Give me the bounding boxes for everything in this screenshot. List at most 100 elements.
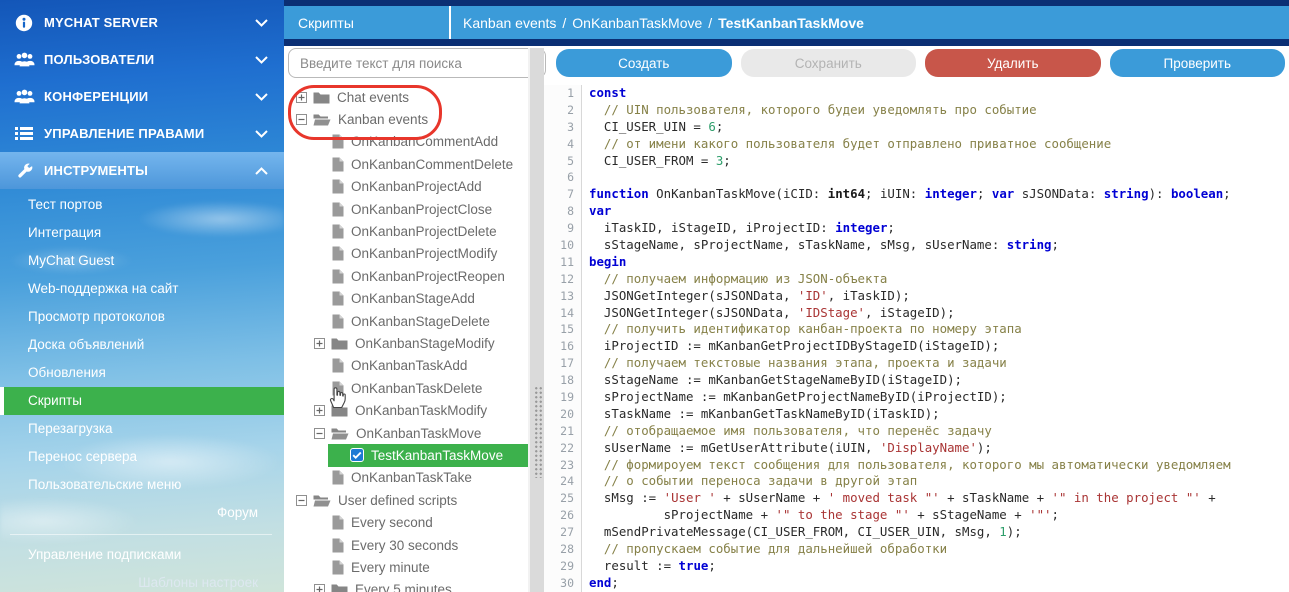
sidebar-item-пользовательские-меню[interactable]: Пользовательские меню xyxy=(0,471,284,499)
code-text xyxy=(582,169,589,186)
tree-item-onkanbantasktake[interactable]: OnKanbanTaskTake xyxy=(284,467,528,489)
tree-item-onkanbantaskmove[interactable]: OnKanbanTaskMove xyxy=(284,422,528,444)
tree-item-label: TestKanbanTaskMove xyxy=(371,448,503,463)
chevron-down-icon xyxy=(255,130,268,138)
tree-item-onkanbanprojectadd[interactable]: OnKanbanProjectAdd xyxy=(284,176,528,198)
sidebar-section-управление-правами[interactable]: УПРАВЛЕНИЕ ПРАВАМИ xyxy=(0,115,284,152)
code-text: begin xyxy=(582,254,626,271)
code-editor[interactable]: 1const2 // UIN пользователя, которого бу… xyxy=(544,85,1289,592)
panel-splitter[interactable] xyxy=(528,48,544,592)
toggle-expand-icon[interactable] xyxy=(314,338,325,349)
toggle-expand-icon[interactable] xyxy=(296,92,307,103)
tree-item-onkanbantaskmodify[interactable]: OnKanbanTaskModify xyxy=(284,399,528,421)
tree-item-user-defined-scripts[interactable]: User defined scripts xyxy=(284,489,528,511)
file-icon xyxy=(332,269,344,284)
tree-item-label: OnKanbanCommentAdd xyxy=(351,134,498,149)
создать-button[interactable]: Создать xyxy=(556,49,732,77)
chevron-up-icon xyxy=(255,167,268,175)
tree-item-chat-events[interactable]: Chat events xyxy=(284,86,528,108)
code-text: end; xyxy=(582,575,619,592)
code-line: 12 // получаем информацию из JSON-объект… xyxy=(544,271,1289,288)
toggle-expand-icon[interactable] xyxy=(314,584,325,592)
breadcrumb-item[interactable]: OnKanbanTaskMove xyxy=(572,15,702,31)
sidebar-section-пользователи[interactable]: ПОЛЬЗОВАТЕЛИ xyxy=(0,41,284,78)
tree-item-every-30-seconds[interactable]: Every 30 seconds xyxy=(284,534,528,556)
sidebar-item-форум[interactable]: Форум xyxy=(0,499,284,527)
code-text: var xyxy=(582,203,611,220)
tab-scripts-label: Скрипты xyxy=(298,15,354,31)
tree-item-testkanbantaskmove[interactable]: TestKanbanTaskMove xyxy=(328,444,528,466)
tree-item-onkanbanprojectmodify[interactable]: OnKanbanProjectModify xyxy=(284,243,528,265)
tree-item-onkanbanprojectclose[interactable]: OnKanbanProjectClose xyxy=(284,198,528,220)
sidebar-item-тест-портов[interactable]: Тест портов xyxy=(0,191,284,219)
file-icon xyxy=(332,470,344,485)
tree-item-label: OnKanbanCommentDelete xyxy=(351,157,513,172)
search-input[interactable] xyxy=(288,48,546,78)
sidebar-item-шаблоны-настроек[interactable]: Шаблоны настроек xyxy=(0,569,284,592)
tree-item-label: Chat events xyxy=(337,90,409,105)
code-line: 10 sStageName, sProjectName, sTaskName, … xyxy=(544,237,1289,254)
tree-item-label: Every minute xyxy=(351,560,430,575)
tree-item-label: OnKanbanStageModify xyxy=(355,336,495,351)
tree-item-onkanbantaskdelete[interactable]: OnKanbanTaskDelete xyxy=(284,377,528,399)
tree-item-onkanbantaskadd[interactable]: OnKanbanTaskAdd xyxy=(284,355,528,377)
toggle-collapse-icon[interactable] xyxy=(296,495,307,506)
file-icon xyxy=(332,291,344,306)
tree-item-onkanbancommentdelete[interactable]: OnKanbanCommentDelete xyxy=(284,153,528,175)
toggle-collapse-icon[interactable] xyxy=(314,428,325,439)
tree-item-every-minute[interactable]: Every minute xyxy=(284,556,528,578)
line-number: 18 xyxy=(544,372,582,389)
checkbox-checked-icon[interactable] xyxy=(350,448,364,462)
file-icon xyxy=(332,515,344,530)
line-number: 11 xyxy=(544,254,582,271)
tree-item-label: Every 30 seconds xyxy=(351,538,458,553)
sidebar-item-mychat-guest[interactable]: MyChat Guest xyxy=(0,247,284,275)
tree-item-every-5-minutes[interactable]: Every 5 minutes xyxy=(284,579,528,592)
file-icon xyxy=(332,246,344,261)
tree-item-onkanbanstagemodify[interactable]: OnKanbanStageModify xyxy=(284,332,528,354)
sidebar-item-управление-подписками[interactable]: Управление подписками xyxy=(0,541,284,569)
toggle-collapse-icon[interactable] xyxy=(296,114,307,125)
code-line: 1const xyxy=(544,85,1289,102)
tree-item-onkanbanprojectdelete[interactable]: OnKanbanProjectDelete xyxy=(284,220,528,242)
code-line: 11begin xyxy=(544,254,1289,271)
toggle-expand-icon[interactable] xyxy=(314,405,325,416)
tree-item-onkanbanprojectreopen[interactable]: OnKanbanProjectReopen xyxy=(284,265,528,287)
sidebar-item-перезагрузка[interactable]: Перезагрузка xyxy=(0,415,284,443)
code-text: // пропускаем событие для дальнейшей обр… xyxy=(582,541,947,558)
splitter-drag-handle-icon[interactable] xyxy=(534,386,543,478)
chevron-down-icon xyxy=(255,93,268,101)
line-number: 23 xyxy=(544,457,582,474)
sidebar-section-конференции[interactable]: КОНФЕРЕНЦИИ xyxy=(0,78,284,115)
sidebar-section-mychat-server[interactable]: MYCHAT SERVER xyxy=(0,4,284,41)
line-number: 29 xyxy=(544,558,582,575)
sidebar-item-перенос-сервера[interactable]: Перенос сервера xyxy=(0,443,284,471)
line-number: 7 xyxy=(544,186,582,203)
sidebar-item-скрипты[interactable]: Скрипты xyxy=(0,387,284,415)
tab-scripts[interactable]: Скрипты xyxy=(284,6,451,39)
line-number: 15 xyxy=(544,321,582,338)
tree-item-onkanbancommentadd[interactable]: OnKanbanCommentAdd xyxy=(284,131,528,153)
breadcrumb-item[interactable]: Kanban events xyxy=(463,15,556,31)
sidebar-item-доска-объявлений[interactable]: Доска объявлений xyxy=(0,331,284,359)
code-text: sUserName := mGetUserAttribute(iUIN, 'Di… xyxy=(582,440,992,457)
tree-item-onkanbanstageadd[interactable]: OnKanbanStageAdd xyxy=(284,288,528,310)
tree-item-every-second[interactable]: Every second xyxy=(284,511,528,533)
удалить-button[interactable]: Удалить xyxy=(925,49,1101,77)
folder-open-icon xyxy=(313,113,331,126)
line-number: 1 xyxy=(544,85,582,102)
sidebar-item-обновления[interactable]: Обновления xyxy=(0,359,284,387)
line-number: 22 xyxy=(544,440,582,457)
tree-item-onkanbanstagedelete[interactable]: OnKanbanStageDelete xyxy=(284,310,528,332)
проверить-button[interactable]: Проверить xyxy=(1110,49,1286,77)
file-icon xyxy=(332,314,344,329)
sidebar-section-инструменты[interactable]: ИНСТРУМЕНТЫ xyxy=(0,152,284,189)
sidebar-section-label: ПОЛЬЗОВАТЕЛИ xyxy=(44,52,255,67)
sidebar-item-web-поддержка-на-сайт[interactable]: Web-поддержка на сайт xyxy=(0,275,284,303)
sidebar-item-интеграция[interactable]: Интеграция xyxy=(0,219,284,247)
users-icon xyxy=(13,89,35,105)
tree-item-label: OnKanbanStageDelete xyxy=(351,314,490,329)
tree-item-kanban-events[interactable]: Kanban events xyxy=(284,108,528,130)
sidebar-item-просмотр-протоколов[interactable]: Просмотр протоколов xyxy=(0,303,284,331)
code-line: 5 CI_USER_FROM = 3; xyxy=(544,153,1289,170)
